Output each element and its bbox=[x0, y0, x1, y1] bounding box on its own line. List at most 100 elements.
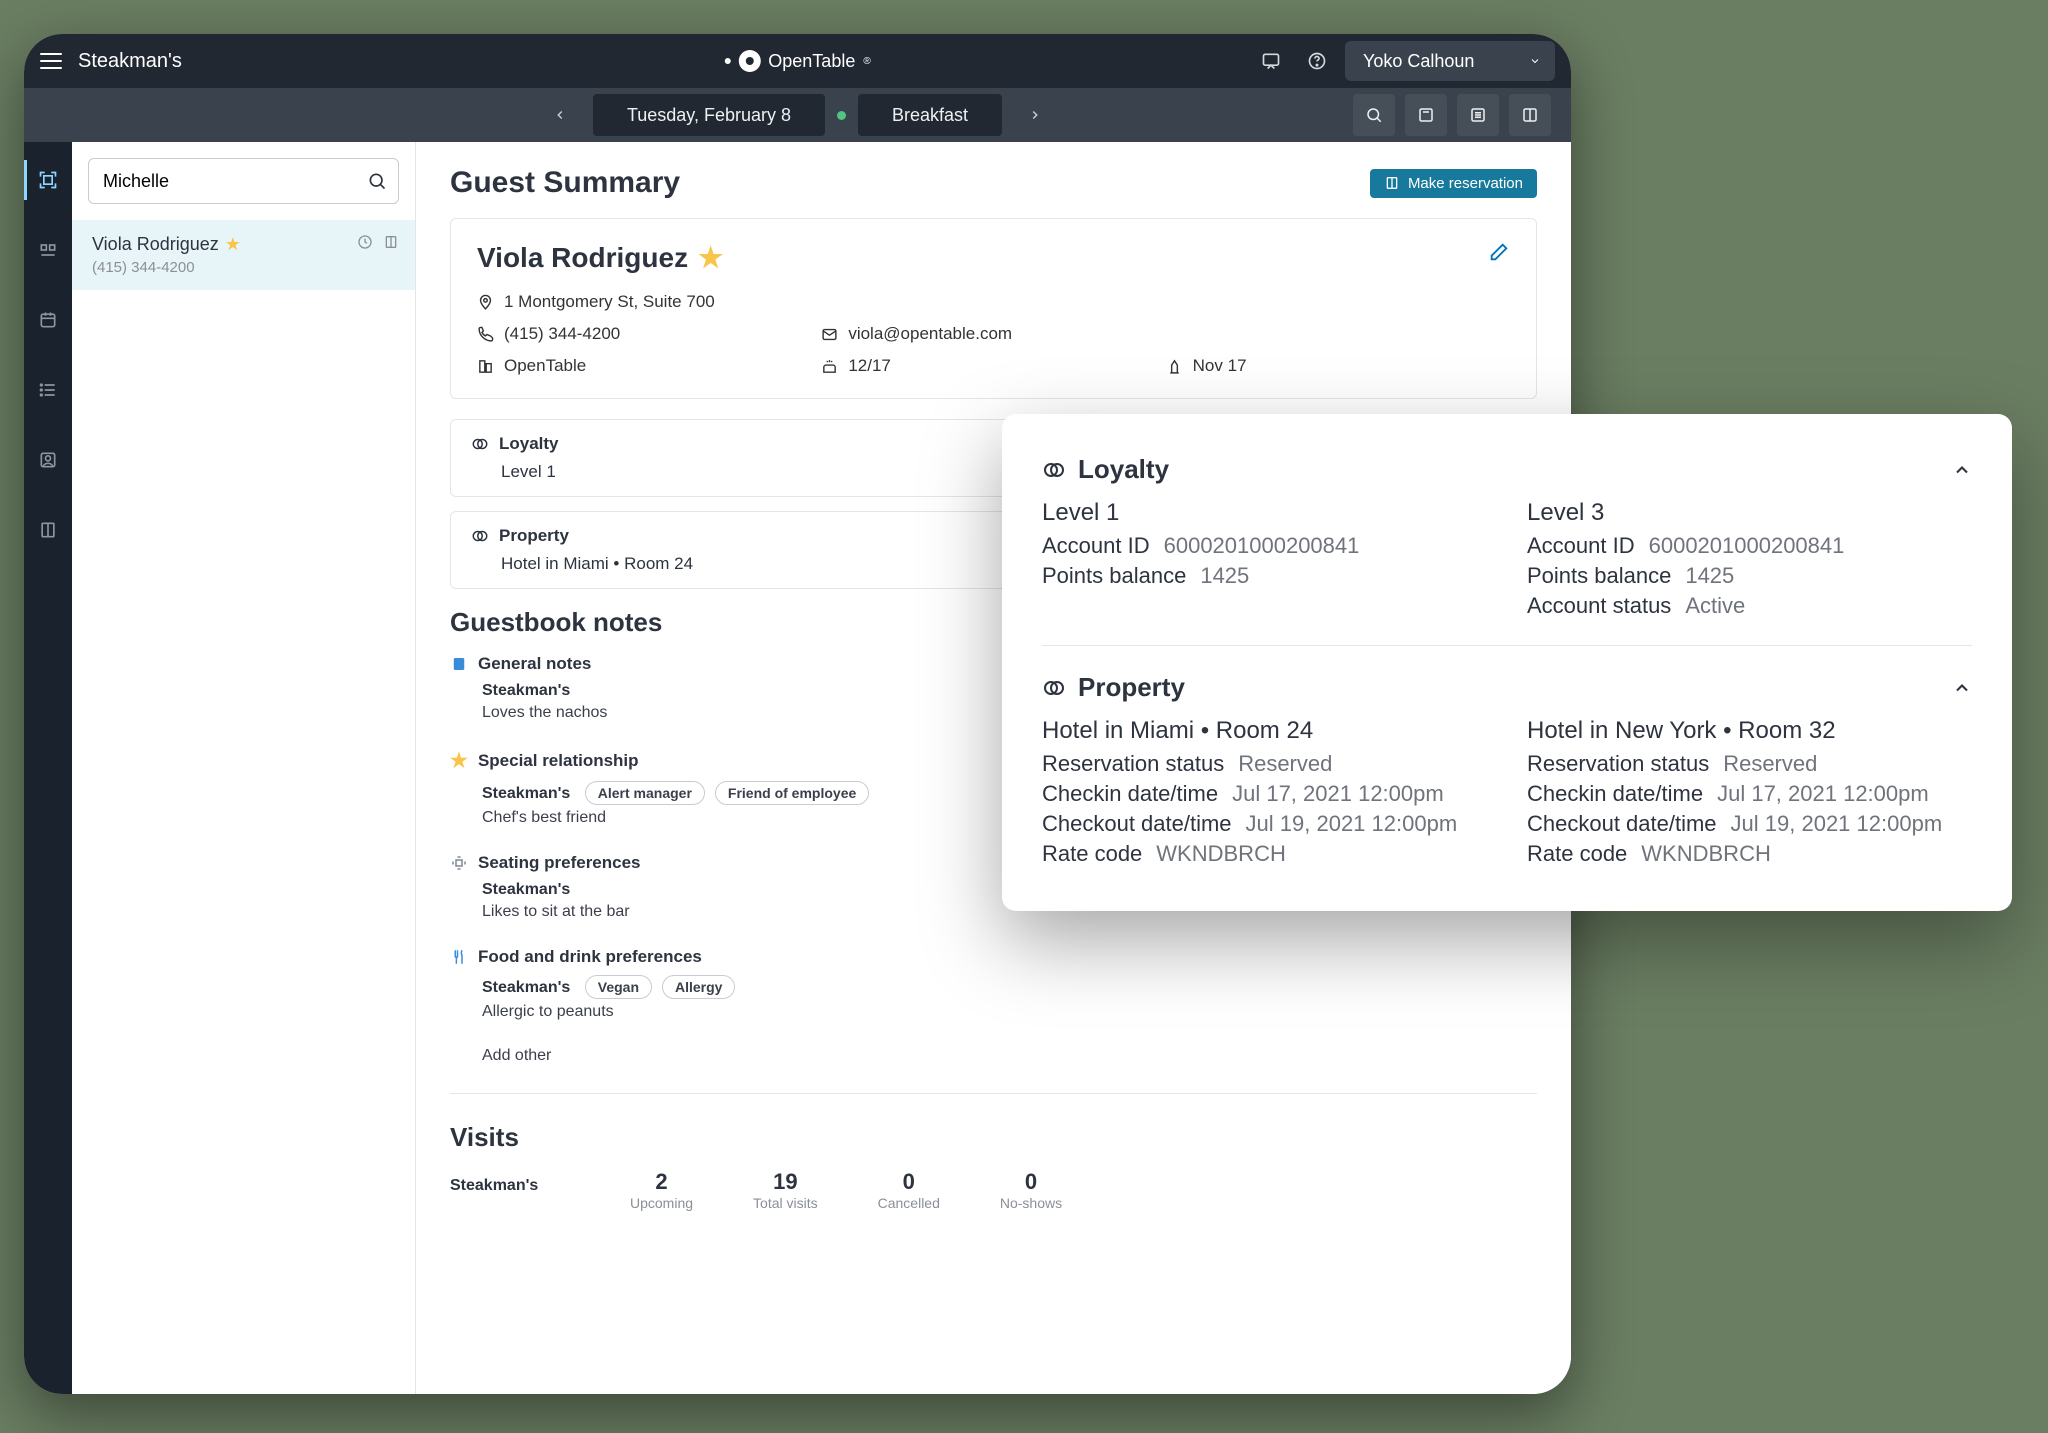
book-icon bbox=[383, 234, 399, 250]
kv-key: Rate code bbox=[1042, 841, 1142, 867]
tag-alert-manager[interactable]: Alert manager bbox=[585, 781, 705, 805]
loyalty-col-1: Level 1 Account ID6000201000200841 Point… bbox=[1042, 499, 1487, 623]
kv-val: Jul 17, 2021 12:00pm bbox=[1232, 781, 1444, 807]
kv-key: Account status bbox=[1527, 593, 1671, 619]
chevron-down-icon bbox=[1529, 55, 1541, 67]
popup-loyalty-section: Loyalty Level 1 Account ID60002010002008… bbox=[1042, 442, 1972, 635]
menu-icon[interactable] bbox=[40, 53, 62, 69]
subbar: Tuesday, February 8 Breakfast bbox=[24, 88, 1571, 142]
meal-segment[interactable]: Breakfast bbox=[858, 94, 1002, 136]
search-panel: Viola Rodriguez ★ (415) 344-4200 bbox=[72, 142, 416, 1394]
kv-key: Checkin date/time bbox=[1042, 781, 1218, 807]
live-dot-icon bbox=[837, 111, 846, 120]
list-view-button[interactable] bbox=[1457, 94, 1499, 136]
kv-val: WKNDBRCH bbox=[1156, 841, 1286, 867]
nav-calendar-icon[interactable] bbox=[24, 300, 72, 340]
result-name: Viola Rodriguez bbox=[92, 234, 219, 255]
kv-key: Account ID bbox=[1042, 533, 1150, 559]
next-arrow[interactable] bbox=[1014, 94, 1056, 136]
note-head-label: General notes bbox=[478, 654, 591, 674]
star-icon: ★ bbox=[450, 748, 468, 773]
add-other-link[interactable]: Add other bbox=[450, 1047, 1537, 1065]
guest-phone: (415) 344-4200 bbox=[504, 324, 620, 344]
search-button[interactable] bbox=[1353, 94, 1395, 136]
kv-val: Jul 19, 2021 12:00pm bbox=[1731, 811, 1943, 837]
note-food: Food and drink preferences Steakman's Ve… bbox=[450, 947, 1537, 1021]
kv-val: WKNDBRCH bbox=[1641, 841, 1771, 867]
note-text: Allergic to peanuts bbox=[450, 1003, 1537, 1021]
tag-vegan[interactable]: Vegan bbox=[585, 975, 652, 999]
anniversary-icon bbox=[1166, 358, 1183, 375]
loyalty-level: Level 3 bbox=[1527, 499, 1972, 527]
visits-upcoming: 2Upcoming bbox=[630, 1169, 693, 1211]
food-icon bbox=[450, 948, 468, 966]
guest-name: Viola Rodriguez bbox=[477, 242, 688, 274]
prev-arrow[interactable] bbox=[539, 94, 581, 136]
tag-friend-employee[interactable]: Friend of employee bbox=[715, 781, 869, 805]
popup-loyalty-label: Loyalty bbox=[1078, 454, 1169, 485]
user-menu[interactable]: Yoko Calhoun bbox=[1345, 41, 1555, 81]
visits-title: Visits bbox=[450, 1122, 1537, 1153]
star-icon: ★ bbox=[698, 241, 723, 274]
chevron-up-icon[interactable] bbox=[1952, 678, 1972, 698]
edit-icon[interactable] bbox=[1488, 241, 1510, 274]
building-icon bbox=[477, 358, 494, 375]
nav-focus-icon[interactable] bbox=[24, 160, 72, 200]
kv-val: 1425 bbox=[1200, 563, 1249, 589]
kv-val: 1425 bbox=[1685, 563, 1734, 589]
property-icon bbox=[471, 527, 489, 545]
kv-key: Checkout date/time bbox=[1527, 811, 1717, 837]
note-sub: Steakman's bbox=[482, 979, 570, 996]
tag-allergy[interactable]: Allergy bbox=[662, 975, 735, 999]
popup-property-section: Property Hotel in Miami • Room 24 Reserv… bbox=[1042, 645, 1972, 883]
brand-logo: OpenTable® bbox=[724, 50, 870, 72]
kv-key: Account ID bbox=[1527, 533, 1635, 559]
visits-cancel: 0Cancelled bbox=[878, 1169, 940, 1211]
search-icon[interactable] bbox=[367, 171, 387, 191]
property-icon bbox=[1042, 676, 1066, 700]
visits-restaurant: Steakman's bbox=[450, 1169, 570, 1195]
search-result-item[interactable]: Viola Rodriguez ★ (415) 344-4200 bbox=[72, 220, 415, 290]
birthday-icon bbox=[821, 358, 838, 375]
help-icon[interactable] bbox=[1299, 43, 1335, 79]
result-phone: (415) 344-4200 bbox=[92, 259, 395, 276]
loyalty-icon bbox=[471, 435, 489, 453]
star-icon: ★ bbox=[225, 234, 241, 255]
make-reservation-button[interactable]: Make reservation bbox=[1370, 169, 1537, 198]
kv-val: 6000201000200841 bbox=[1649, 533, 1845, 559]
note-head-label: Food and drink preferences bbox=[478, 947, 702, 967]
chevron-up-icon[interactable] bbox=[1952, 460, 1972, 480]
popup-property-label: Property bbox=[1078, 672, 1185, 703]
loyalty-icon bbox=[1042, 458, 1066, 482]
loyalty-left: Level 1 bbox=[501, 462, 556, 482]
kv-key: Reservation status bbox=[1042, 751, 1224, 777]
guest-email: viola@opentable.com bbox=[848, 324, 1012, 344]
date-segment[interactable]: Tuesday, February 8 bbox=[593, 94, 825, 136]
guest-birthday: 12/17 bbox=[848, 356, 891, 376]
kv-val: Active bbox=[1685, 593, 1745, 619]
restaurant-name: Steakman's bbox=[78, 50, 182, 73]
guest-card: Viola Rodriguez ★ 1 Montgomery St, Suite… bbox=[450, 218, 1537, 399]
card-view-button[interactable] bbox=[1405, 94, 1447, 136]
nav-list-icon[interactable] bbox=[24, 370, 72, 410]
book-view-button[interactable] bbox=[1509, 94, 1551, 136]
brand-text: OpenTable bbox=[768, 51, 855, 72]
nav-floorplan-icon[interactable] bbox=[24, 230, 72, 270]
kv-key: Points balance bbox=[1527, 563, 1671, 589]
clock-icon bbox=[357, 234, 373, 250]
search-input[interactable] bbox=[88, 158, 399, 204]
nav-book-icon[interactable] bbox=[24, 510, 72, 550]
notes-icon bbox=[450, 655, 468, 673]
page-title: Guest Summary bbox=[450, 166, 680, 200]
nav-guest-icon[interactable] bbox=[24, 440, 72, 480]
note-head-label: Special relationship bbox=[478, 751, 639, 771]
seating-icon bbox=[450, 854, 468, 872]
kv-val: Reserved bbox=[1238, 751, 1332, 777]
chat-icon[interactable] bbox=[1253, 43, 1289, 79]
visits-section: Visits Steakman's 2Upcoming 19Total visi… bbox=[450, 1122, 1537, 1211]
kv-val: Jul 17, 2021 12:00pm bbox=[1717, 781, 1929, 807]
visits-noshow: 0No-shows bbox=[1000, 1169, 1062, 1211]
property-left: Hotel in Miami • Room 24 bbox=[501, 554, 693, 574]
property-label: Property bbox=[499, 526, 569, 546]
visits-total: 19Total visits bbox=[753, 1169, 818, 1211]
